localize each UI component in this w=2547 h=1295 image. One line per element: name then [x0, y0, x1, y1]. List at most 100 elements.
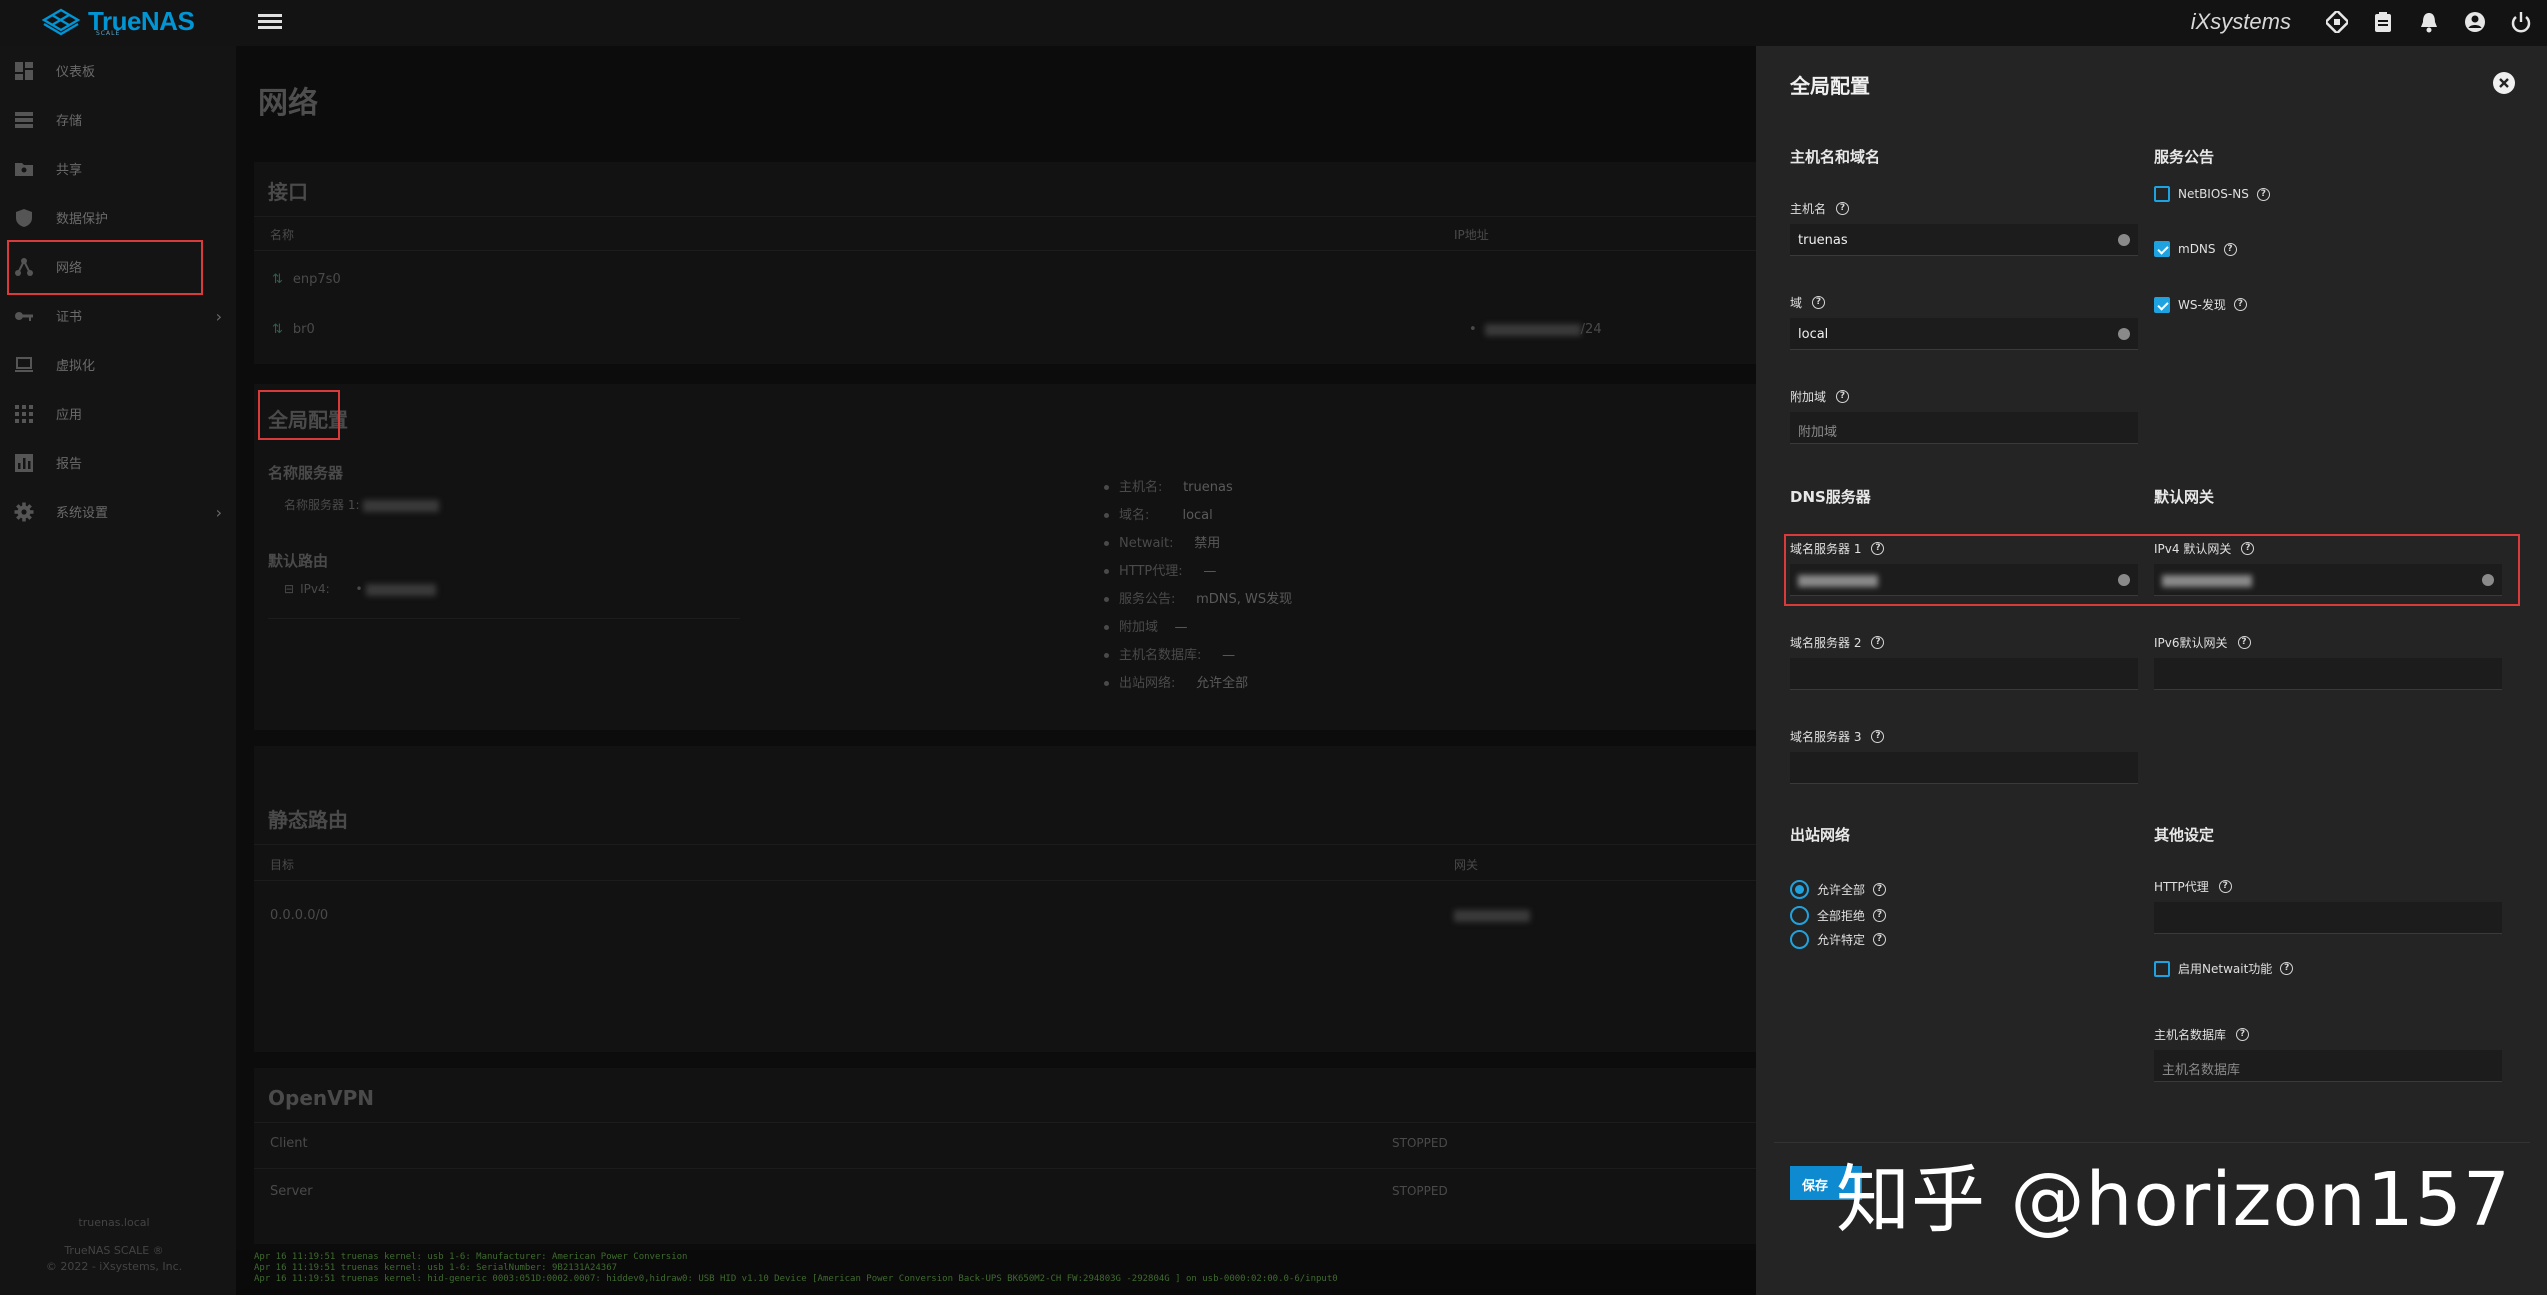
- truecommand-icon[interactable]: [2323, 8, 2351, 36]
- divider: [254, 880, 1756, 881]
- outbound-allow-specific-radio[interactable]: 允许特定?: [1790, 930, 1887, 949]
- help-icon: ?: [2280, 962, 2294, 975]
- sidebar-item-apps[interactable]: 应用: [0, 389, 236, 438]
- chevron-right-icon: ›: [215, 503, 222, 522]
- close-icon[interactable]: [2493, 72, 2515, 94]
- sidebar-item-dashboard[interactable]: 仪表板: [0, 46, 236, 95]
- router-icon: ⊟: [284, 582, 295, 596]
- dns-gateway-highlight-box: [1784, 534, 2520, 606]
- global-config-highlight-box: [258, 390, 340, 440]
- additional-domains-input[interactable]: 附加域: [1790, 412, 2138, 444]
- sidebar-hostname: truenas.local: [78, 1216, 150, 1229]
- outbound-allow-all-radio[interactable]: 允许全部?: [1790, 880, 1887, 899]
- nameserver1-row: 名称服务器 1:: [284, 496, 440, 513]
- additional-domains-label: 附加域?: [1790, 388, 1850, 405]
- openvpn-server-status: STOPPED: [1392, 1184, 1448, 1198]
- storage-icon: [15, 111, 33, 128]
- interfaces-card: 接口 名称 IP地址 ⇅ enp7s0 ⇅ br0 •/24: [254, 162, 1756, 364]
- help-icon: ?: [1836, 390, 1850, 403]
- summary-hostname: 主机名: truenas: [1104, 476, 1233, 495]
- divider: [254, 1122, 1756, 1123]
- help-icon: ?: [2218, 880, 2232, 893]
- help-icon: ?: [2256, 187, 2270, 201]
- netwait-checkbox[interactable]: 启用Netwait功能?: [2154, 960, 2294, 977]
- domain-input[interactable]: local: [1790, 318, 2138, 350]
- nameserver2-input[interactable]: [1790, 658, 2138, 690]
- outbound-deny-all-radio[interactable]: 全部拒绝?: [1790, 906, 1887, 925]
- console-line: Apr 16 11:19:51 truenas kernel: usb 1-6:…: [254, 1252, 688, 1262]
- bell-icon[interactable]: [2415, 8, 2443, 36]
- openvpn-server-name: Server: [270, 1184, 313, 1199]
- menu-toggle-button[interactable]: [258, 12, 282, 32]
- summary-hosts-db: 主机名数据库: —: [1104, 644, 1235, 663]
- clipboard-icon[interactable]: [2369, 8, 2397, 36]
- brand-edition: SCALE: [96, 30, 121, 37]
- help-icon: ?: [2223, 242, 2237, 256]
- static-routes-title: 静态路由: [268, 808, 348, 832]
- nameserver3-input[interactable]: [1790, 752, 2138, 784]
- help-icon: ?: [1873, 883, 1887, 896]
- sidebar-item-certificates[interactable]: 证书 ›: [0, 291, 236, 340]
- mdns-checkbox[interactable]: mDNS?: [2154, 241, 2237, 257]
- summary-http-proxy: HTTP代理: —: [1104, 560, 1216, 579]
- static-routes-card: 静态路由 目标 网关 0.0.0.0/0: [254, 746, 1756, 1052]
- chart-icon: [15, 453, 33, 472]
- other-section-title: 其他设定: [2154, 826, 2215, 844]
- gear-icon: [14, 502, 34, 521]
- clear-icon: [2118, 328, 2130, 340]
- sidebar-item-reports[interactable]: 报告: [0, 438, 236, 487]
- interface-name: br0: [292, 322, 315, 337]
- default-route-title: 默认路由: [268, 552, 329, 570]
- top-toolbar: TrueNAS SCALE iXsystems: [0, 0, 2547, 46]
- sidebar-item-shares[interactable]: 共享: [0, 144, 236, 193]
- sidebar-item-label: 存储: [56, 114, 83, 129]
- wsd-checkbox[interactable]: WS-发现?: [2154, 296, 2247, 313]
- laptop-icon: [15, 356, 33, 372]
- netbios-checkbox[interactable]: NetBIOS-NS?: [2154, 186, 2270, 202]
- summary-netwait: Netwait: 禁用: [1104, 532, 1220, 551]
- col-name-header: 名称: [270, 228, 295, 242]
- help-icon: ?: [2233, 298, 2247, 311]
- sidebar-item-data-protection[interactable]: 数据保护: [0, 193, 236, 242]
- col-dest-header: 目标: [270, 858, 295, 872]
- key-icon: [15, 311, 33, 321]
- apps-icon: [15, 404, 33, 423]
- network-highlight-box: [7, 240, 203, 295]
- hostname-input[interactable]: truenas: [1790, 224, 2138, 256]
- divider: [254, 216, 1756, 217]
- dns-section-title: DNS服务器: [1790, 488, 1871, 506]
- sidebar-item-label: 系统设置: [56, 506, 109, 521]
- zhihu-watermark: 知乎 @horizon157: [1836, 1157, 2511, 1243]
- outbound-section-title: 出站网络: [1790, 826, 1851, 844]
- table-row[interactable]: ⇅ br0: [272, 322, 315, 337]
- hosts-db-input[interactable]: 主机名数据库: [2154, 1050, 2502, 1082]
- http-proxy-input[interactable]: [2154, 902, 2502, 934]
- hostname-label: 主机名?: [1790, 200, 1850, 217]
- sidebar-item-label: 虚拟化: [56, 359, 96, 374]
- page-title: 网络: [258, 86, 318, 121]
- global-config-panel: 全局配置 主机名和域名 主机名? truenas 域? local 附加域? 附…: [1756, 46, 2547, 1295]
- sidebar-copyright: © 2022 - iXsystems, Inc.: [45, 1260, 183, 1273]
- console-line: Apr 16 11:19:51 truenas kernel: usb 1-6:…: [254, 1263, 618, 1273]
- ipv4-route-row: ⊟ IPv4: •: [284, 582, 437, 596]
- console-line: Apr 16 11:19:51 truenas kernel: hid-gene…: [254, 1274, 1338, 1284]
- divider: [268, 618, 740, 619]
- sidebar-item-label: 仪表板: [56, 65, 96, 80]
- sidebar-item-system-settings[interactable]: 系统设置 ›: [0, 487, 236, 536]
- power-icon[interactable]: [2507, 8, 2535, 36]
- interface-icon: ⇅: [272, 272, 283, 287]
- sidebar-item-storage[interactable]: 存储: [0, 95, 236, 144]
- divider: [254, 1168, 1756, 1169]
- gateway-section-title: 默认网关: [2154, 488, 2215, 506]
- route-dest: 0.0.0.0/0: [270, 908, 329, 923]
- help-icon: ?: [2237, 636, 2251, 649]
- sidebar-item-label: 应用: [56, 408, 83, 423]
- interface-ip: •/24: [1469, 322, 1602, 337]
- ipv6-gateway-input[interactable]: [2154, 658, 2502, 690]
- help-icon: ?: [1873, 909, 1887, 922]
- account-icon[interactable]: [2461, 8, 2489, 36]
- main-content: 网络 接口 名称 IP地址 ⇅ enp7s0 ⇅ br0 •/24 全局配置 名称服…: [236, 46, 1756, 1295]
- sidebar-item-virtualization[interactable]: 虚拟化: [0, 340, 236, 389]
- table-row[interactable]: ⇅ enp7s0: [272, 272, 341, 287]
- sidebar-product: TrueNAS SCALE ®: [64, 1244, 164, 1257]
